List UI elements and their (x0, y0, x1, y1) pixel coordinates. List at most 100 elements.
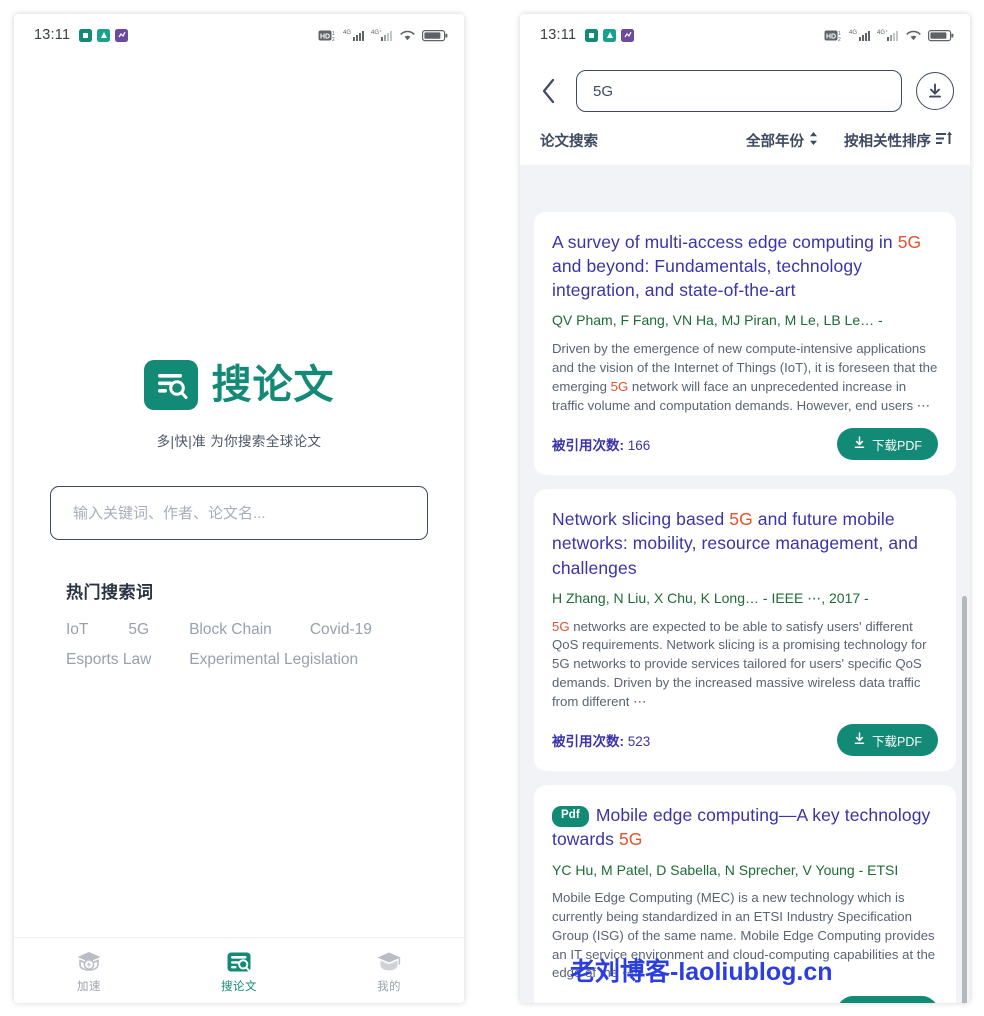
result-title[interactable]: Network slicing based 5G and future mobi… (552, 507, 938, 579)
year-filter-label: 全部年份 (746, 134, 804, 150)
title-part: A survey of multi-access edge computing … (552, 232, 898, 252)
result-title[interactable]: A survey of multi-access edge computing … (552, 230, 938, 302)
hot-search-title: 热门搜索词 (66, 583, 154, 602)
download-pdf-label: 下载PDF (871, 438, 922, 453)
hot-search-tags: IoT 5G Block Chain Covid-19 Esports Law … (66, 621, 426, 681)
title-part: Network slicing based (552, 509, 730, 530)
tab-search-papers[interactable]: 搜论文 (164, 948, 314, 994)
download-icon (853, 732, 866, 748)
snippet-part: networks are expected to be able to sati… (552, 618, 927, 709)
results-search-input[interactable] (593, 82, 885, 100)
status-app-icons (585, 28, 635, 42)
search-row (536, 70, 954, 112)
snippet-highlight: 5G (610, 378, 629, 394)
svg-text:4G: 4G (849, 30, 857, 36)
results-search-box[interactable] (576, 70, 902, 112)
sort-list-icon (936, 131, 952, 150)
svg-text:2: 2 (838, 37, 841, 42)
svg-text:HD: HD (826, 33, 836, 40)
tab-accelerate[interactable]: 加速 (14, 948, 164, 994)
signal-4g-icon: 4G (343, 28, 365, 42)
pdf-badge: Pdf (552, 806, 589, 828)
hot-tag-experimental-legislation[interactable]: Experimental Legislation (189, 651, 358, 669)
vertical-scrollbar[interactable] (962, 596, 967, 1003)
result-card[interactable]: Network slicing based 5G and future mobi… (534, 489, 956, 772)
results-header: 论文搜索 全部年份 按相关性排序 (520, 56, 970, 165)
title-highlight: 5G (729, 509, 753, 530)
app-icon-green-square (79, 28, 93, 42)
citation-count: 被引用次数: 523 (552, 730, 650, 750)
wifi-icon (905, 29, 922, 42)
top-spacer (14, 56, 464, 356)
search-input[interactable] (73, 504, 405, 522)
hot-tag-covid-19[interactable]: Covid-19 (310, 621, 372, 639)
home-search-box[interactable] (50, 486, 428, 540)
tab-label-search-papers: 搜论文 (221, 980, 257, 993)
result-authors: QV Pham, F Fang, VN Ha, MJ Piran, M Le, … (552, 312, 883, 329)
results-list[interactable]: A survey of multi-access edge computing … (520, 204, 970, 1003)
app-icon-purple-chart (115, 28, 129, 42)
app-brand: 搜论文 (14, 360, 464, 410)
svg-text:4G⁺: 4G⁺ (877, 29, 888, 36)
status-bar-home: 13:11 HD 1 2 4G 4G⁺ (14, 14, 464, 56)
hot-tag-row: Esports Law Experimental Legislation (66, 651, 426, 669)
graduation-cap-icon (376, 948, 402, 974)
tab-label-accelerate: 加速 (77, 980, 101, 993)
chevron-left-icon[interactable] (536, 71, 562, 111)
status-system-icons: HD 1 2 4G 4G⁺ (318, 28, 448, 42)
tab-mine[interactable]: 我的 (314, 948, 464, 994)
svg-text:2: 2 (332, 37, 335, 42)
status-bar-results: 13:11 HD 1 2 4G 4G⁺ (520, 14, 970, 56)
updown-arrow-icon (809, 131, 818, 150)
result-footer: 被引用次数: 166 下载PDF (552, 427, 938, 461)
bottom-tab-bar: 加速 搜论文 我的 (14, 937, 464, 1003)
download-pdf-button[interactable]: 下载PDF (836, 428, 938, 461)
signal-4g-plus-icon: 4G⁺ (371, 28, 393, 42)
download-pdf-label: 下载PDF (871, 734, 922, 749)
hot-tag-iot[interactable]: IoT (66, 621, 88, 639)
result-snippet: Mobile Edge Computing (MEC) is a new tec… (552, 889, 938, 983)
hot-tag-esports-law[interactable]: Esports Law (66, 651, 151, 669)
flex-filler (14, 681, 464, 937)
hot-tag-block-chain[interactable]: Block Chain (189, 621, 272, 639)
filter-controls: 全部年份 按相关性排序 (746, 130, 952, 151)
status-time: 13:11 (34, 27, 71, 43)
document-search-logo-icon (143, 360, 198, 410)
result-title[interactable]: Pdf Mobile edge computing—A key technolog… (552, 803, 938, 851)
sort-control[interactable]: 按相关性排序 (844, 130, 952, 151)
status-app-icons (79, 28, 129, 42)
filter-row: 论文搜索 全部年份 按相关性排序 (536, 112, 954, 165)
citation-count: 被引用次数: 1462 (552, 1002, 658, 1003)
download-pdf-button[interactable]: 下载PDF (836, 996, 938, 1003)
brand-name: 搜论文 (211, 363, 335, 407)
battery-icon (422, 29, 448, 42)
svg-text:4G⁺: 4G⁺ (371, 29, 382, 36)
svg-text:HD: HD (320, 33, 330, 40)
title-highlight: 5G (897, 232, 922, 252)
result-card[interactable]: Pdf Mobile edge computing—A key technolog… (534, 785, 956, 1003)
signal-4g-plus-icon: 4G⁺ (877, 28, 899, 42)
results-content: 论文搜索 全部年份 按相关性排序 (520, 56, 970, 1003)
document-search-icon (226, 948, 252, 974)
signal-4g-icon: 4G (849, 28, 871, 42)
download-pdf-button[interactable]: 下载PDF (836, 724, 938, 757)
hot-tag-5g[interactable]: 5G (128, 621, 149, 639)
citation-label: 被引用次数: (552, 734, 624, 750)
svg-text:4G: 4G (343, 30, 351, 36)
title-part: Mobile edge computing—A key technology t… (552, 805, 931, 850)
year-filter[interactable]: 全部年份 (746, 130, 818, 151)
screenshot-stage: 13:11 HD 1 2 4G 4G⁺ 搜论文 多|快|准 为你搜索全球论文 输… (0, 0, 984, 1016)
result-card[interactable]: A survey of multi-access edge computing … (534, 212, 956, 476)
app-icon-purple-chart (621, 28, 635, 42)
download-circle-icon[interactable] (916, 72, 954, 110)
hd-voice-icon: HD 1 2 (318, 29, 337, 42)
battery-icon (928, 29, 954, 42)
home-search-wrapper (14, 486, 464, 540)
snippet-highlight: 5G (552, 618, 570, 634)
speed-cap-icon (76, 948, 102, 974)
brand-tagline: 多|快|准 为你搜索全球论文 (156, 434, 322, 449)
result-authors: YC Hu, M Patel, D Sabella, N Sprecher, V… (552, 861, 899, 878)
sort-label: 按相关性排序 (844, 134, 931, 150)
result-snippet: Driven by the emergence of new compute-i… (552, 340, 938, 415)
citation-label: 被引用次数: (552, 438, 624, 454)
